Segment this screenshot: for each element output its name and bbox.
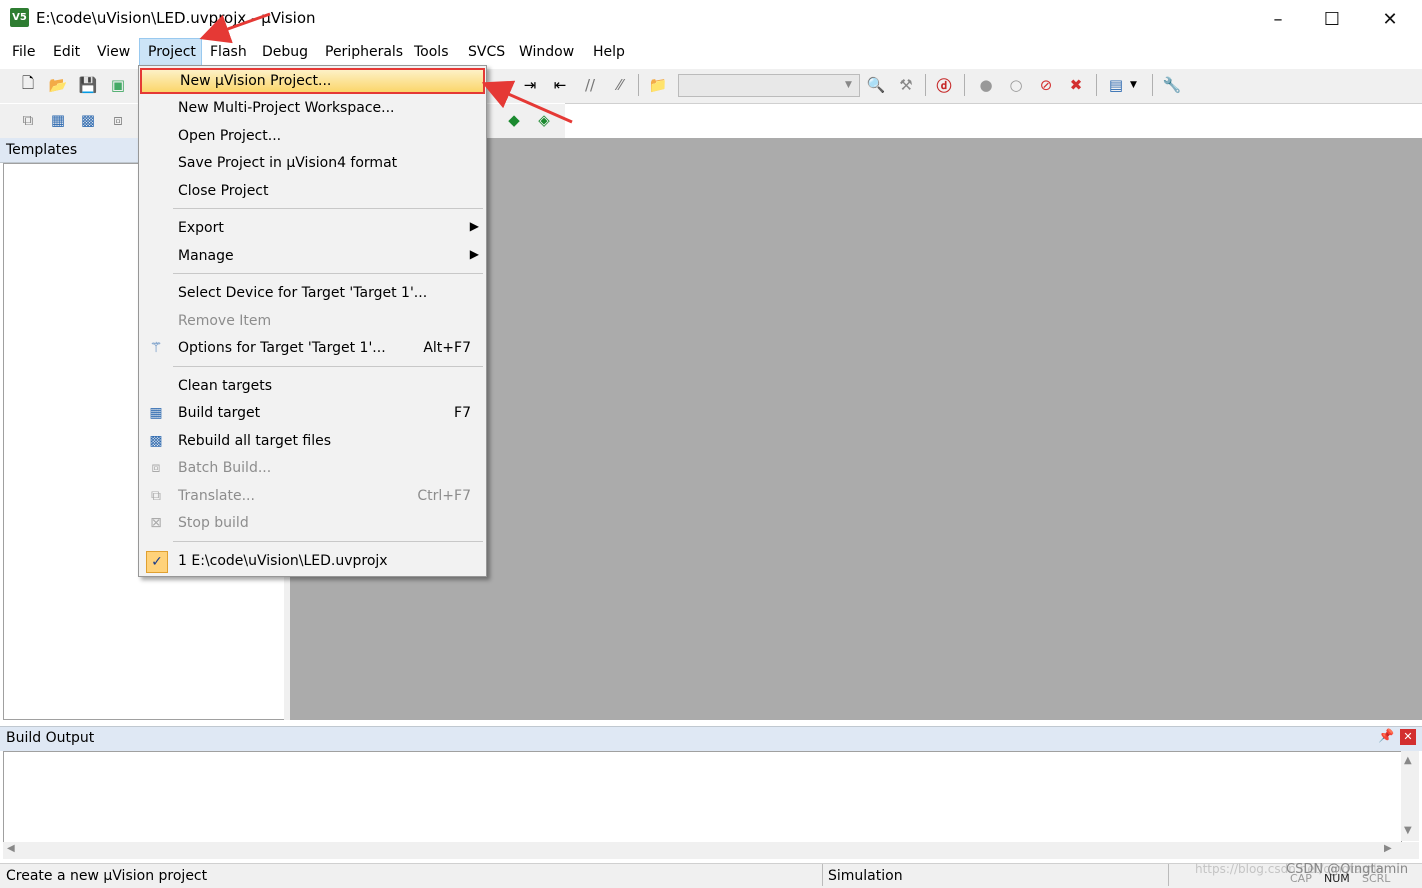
arrow-to-new-project bbox=[481, 80, 573, 124]
annotation-arrows bbox=[199, 12, 573, 124]
arrow-to-project-menu bbox=[199, 12, 271, 44]
